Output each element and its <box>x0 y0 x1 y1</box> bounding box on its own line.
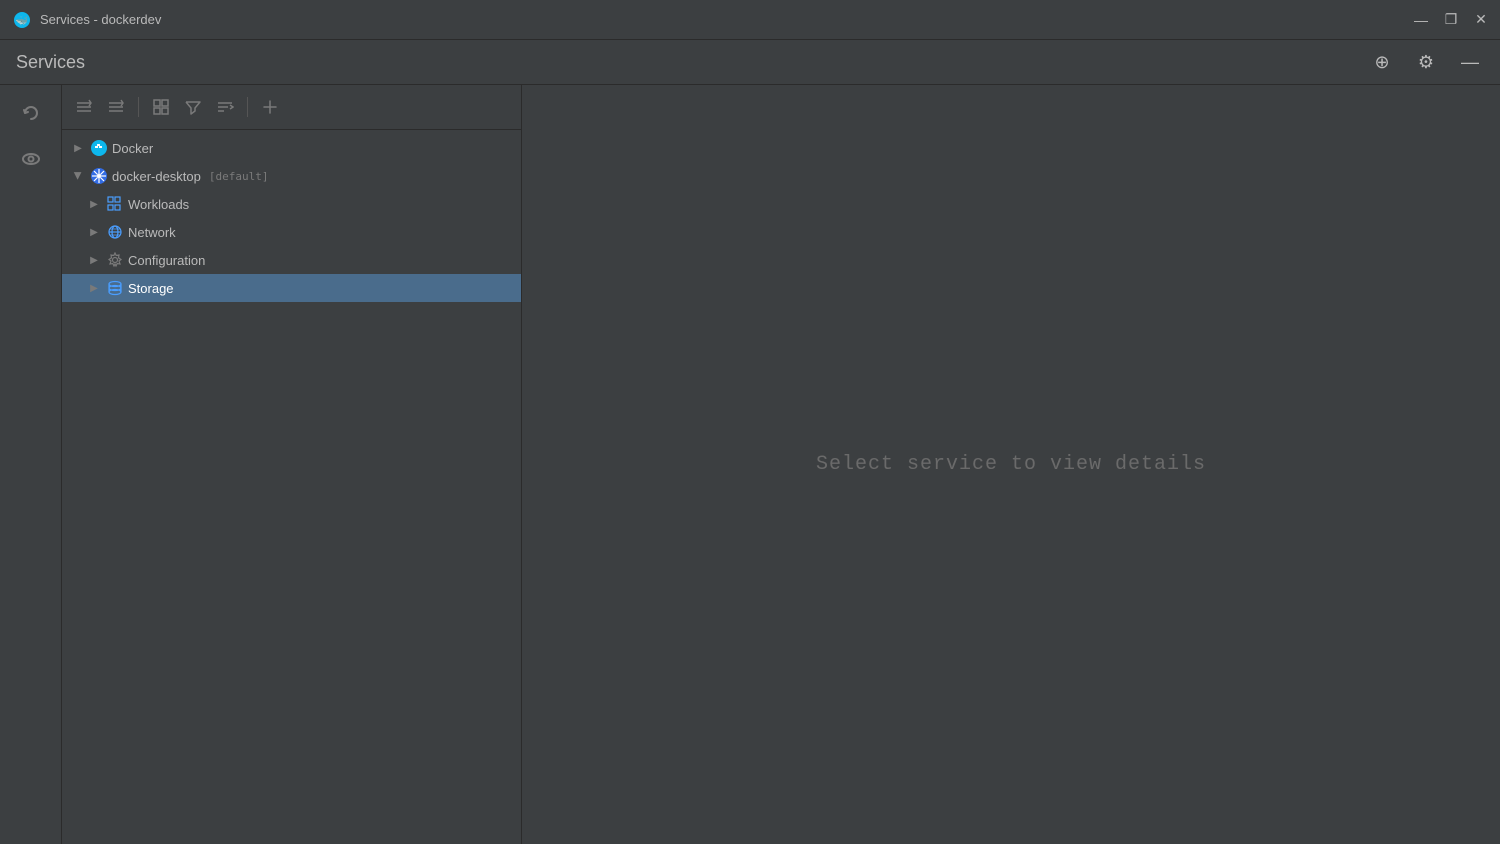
content-area: Select service to view details <box>522 85 1500 844</box>
minimize-panel-button[interactable]: — <box>1456 48 1484 76</box>
tree-item-network[interactable]: ▶ Network <box>62 218 521 246</box>
network-label: Network <box>128 225 176 240</box>
expand-all-button[interactable] <box>102 93 130 121</box>
window-title: Services - dockerdev <box>40 12 161 27</box>
toolbar-separator-2 <box>247 97 248 117</box>
app-icon: 🐳 <box>12 10 32 30</box>
sidebar: ▶ Docker ▶ <box>62 85 522 844</box>
configuration-label: Configuration <box>128 253 205 268</box>
workloads-label: Workloads <box>128 197 189 212</box>
toolbar-separator <box>138 97 139 117</box>
tree-item-storage[interactable]: ▶ Storage <box>62 274 521 302</box>
empty-hint: Select service to view details <box>816 453 1206 476</box>
docker-arrow: ▶ <box>70 140 86 156</box>
tree-item-workloads[interactable]: ▶ Workloads <box>62 190 521 218</box>
sidebar-toolbar <box>62 85 521 130</box>
filter-button[interactable] <box>179 93 207 121</box>
docker-desktop-label: docker-desktop <box>112 169 201 184</box>
tree-item-configuration[interactable]: ▶ Configuration <box>62 246 521 274</box>
storage-icon <box>106 279 124 297</box>
docker-desktop-tag: [default] <box>209 170 269 183</box>
sort-button[interactable] <box>211 93 239 121</box>
icon-rail <box>0 85 62 844</box>
network-arrow: ▶ <box>86 224 102 240</box>
tree-item-docker[interactable]: ▶ Docker <box>62 134 521 162</box>
configuration-arrow: ▶ <box>86 252 102 268</box>
storage-label: Storage <box>128 281 174 296</box>
group-button[interactable] <box>147 93 175 121</box>
refresh-icon[interactable] <box>15 97 47 129</box>
eye-icon[interactable] <box>15 143 47 175</box>
storage-arrow: ▶ <box>86 280 102 296</box>
k8s-icon <box>90 167 108 185</box>
minimize-window-button[interactable]: — <box>1414 13 1428 27</box>
tree: ▶ Docker ▶ <box>62 130 521 844</box>
workloads-icon <box>106 195 124 213</box>
add-service-button[interactable]: ⊕ <box>1368 48 1396 76</box>
close-window-button[interactable]: ✕ <box>1474 13 1488 27</box>
network-icon <box>106 223 124 241</box>
docker-icon <box>90 139 108 157</box>
header-bar: Services ⊕ ⚙ — <box>0 40 1500 85</box>
workloads-arrow: ▶ <box>86 196 102 212</box>
configuration-icon <box>106 251 124 269</box>
header-actions: ⊕ ⚙ — <box>1368 48 1484 76</box>
settings-button[interactable]: ⚙ <box>1412 48 1440 76</box>
title-bar: 🐳 Services - dockerdev — ❐ ✕ <box>0 0 1500 40</box>
tree-item-docker-desktop[interactable]: ▶ docker-desktop <box>62 162 521 190</box>
page-title: Services <box>16 52 85 73</box>
maximize-window-button[interactable]: ❐ <box>1444 13 1458 27</box>
window-controls: — ❐ ✕ <box>1414 13 1488 27</box>
collapse-all-button[interactable] <box>70 93 98 121</box>
main-layout: ▶ Docker ▶ <box>0 85 1500 844</box>
add-button[interactable] <box>256 93 284 121</box>
docker-desktop-arrow: ▶ <box>70 168 86 184</box>
docker-label: Docker <box>112 141 153 156</box>
svg-text:🐳: 🐳 <box>16 15 28 27</box>
